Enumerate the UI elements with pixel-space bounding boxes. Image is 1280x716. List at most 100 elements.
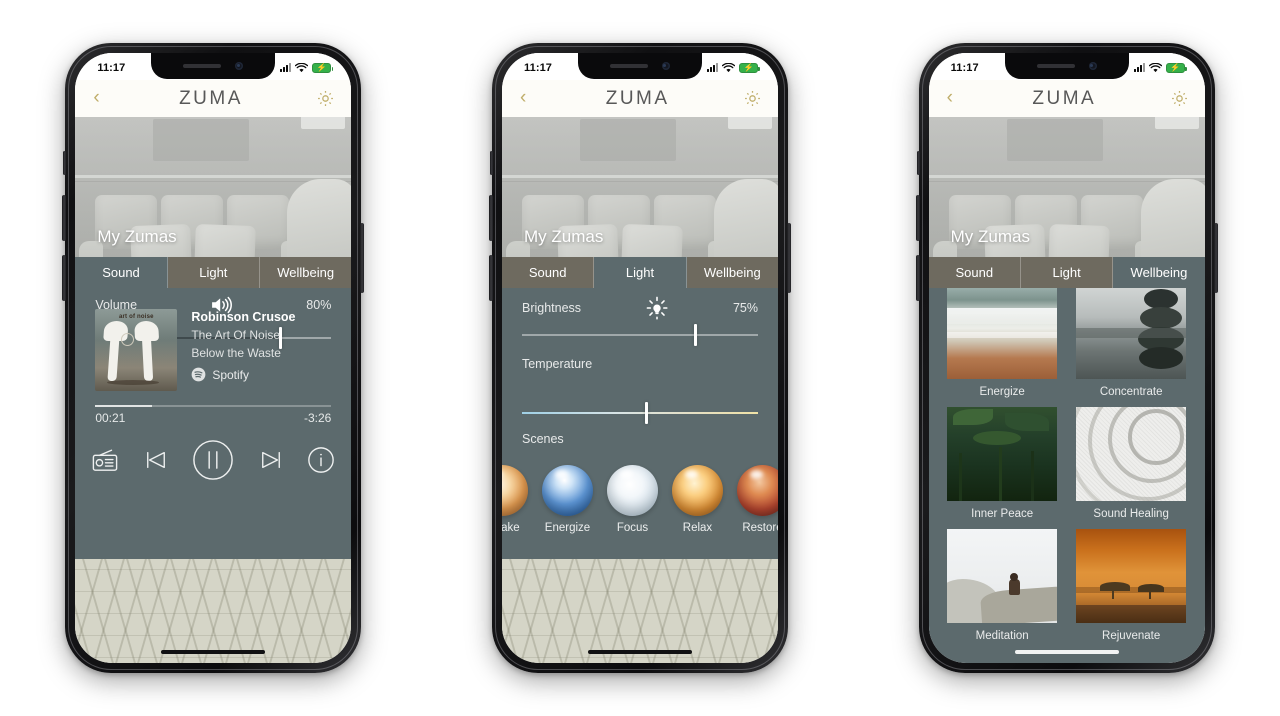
notch: [577, 53, 702, 79]
tab-sound[interactable]: Sound: [75, 257, 168, 288]
program-card-rejuvenate[interactable]: Rejuvenate: [1076, 529, 1187, 645]
playback-progress-fill: [95, 405, 152, 407]
rainforest-photo: [947, 407, 1058, 501]
power-button[interactable]: [1213, 223, 1218, 293]
scene-orb-relax: [671, 465, 723, 516]
info-icon[interactable]: [307, 446, 335, 474]
floor-pattern: [75, 559, 352, 663]
mute-switch[interactable]: [63, 151, 67, 175]
now-playing-card: art of noise Robinson Crusoe The Art Of …: [95, 309, 331, 391]
earpiece-speaker: [183, 64, 222, 68]
app-header: ‹ ZUMA: [75, 80, 352, 117]
gear-icon[interactable]: [316, 89, 335, 108]
mute-switch[interactable]: [916, 151, 920, 175]
lightbulb-icon[interactable]: [581, 296, 733, 320]
program-card-sound-healing[interactable]: Sound Healing: [1076, 407, 1187, 523]
home-indicator[interactable]: [161, 650, 266, 654]
program-name: Sound Healing: [1093, 508, 1169, 520]
volume-up-button[interactable]: [62, 195, 67, 241]
back-button[interactable]: ‹: [91, 86, 105, 111]
pause-icon[interactable]: [192, 439, 234, 481]
playback-progress[interactable]: [95, 405, 332, 407]
playback-times: 00:21 -3:26: [95, 411, 331, 425]
program-name: Energize: [979, 386, 1025, 398]
tab-wellbeing[interactable]: Wellbeing: [686, 257, 778, 288]
hero-title: My Zumas: [523, 227, 604, 246]
wifi-icon: [295, 62, 309, 72]
app-header: ‹ ZUMA: [501, 80, 778, 117]
home-indicator[interactable]: [587, 650, 692, 654]
beach-surf-photo: [947, 285, 1058, 379]
phone-screen-light: 11:17 ⚡ ‹ ZUMA My Zumas Sound Light Well…: [501, 53, 778, 663]
armchair: [287, 179, 352, 269]
floor-seam: [75, 657, 352, 658]
program-card-energize[interactable]: Energize: [947, 285, 1058, 401]
temperature-slider-knob[interactable]: [644, 402, 648, 424]
temperature-row: Temperature: [502, 357, 778, 371]
program-card-meditation[interactable]: Meditation: [947, 529, 1058, 645]
program-card-concentrate[interactable]: Concentrate: [1076, 285, 1187, 401]
scene-name: Relax: [682, 522, 713, 534]
power-button[interactable]: [360, 223, 365, 293]
floor-seam: [501, 635, 778, 636]
power-button[interactable]: [786, 223, 791, 293]
scene-name: Awake: [501, 522, 520, 534]
temperature-slider[interactable]: [521, 402, 758, 424]
gear-icon[interactable]: [743, 89, 762, 108]
volume-down-button[interactable]: [62, 255, 67, 301]
control-panel-wellbeing: Energize Concentrate Inner Peace Sound H…: [928, 277, 1205, 663]
tab-light[interactable]: Light: [167, 257, 260, 288]
tab-light[interactable]: Light: [1020, 257, 1114, 288]
app-body-light: My Zumas Sound Light Wellbeing Brightnes…: [501, 117, 778, 663]
scene-orb-restore: [736, 465, 778, 516]
scene-energize[interactable]: Energize: [535, 465, 600, 534]
floor-pattern: [501, 559, 778, 663]
tab-bar-light: Sound Light Wellbeing: [501, 257, 778, 288]
tab-light[interactable]: Light: [594, 257, 687, 288]
app-body-sound: My Zumas Sound Light Wellbeing Volume 80…: [75, 117, 352, 663]
front-camera: [661, 62, 670, 70]
status-icons: ⚡: [280, 62, 334, 73]
back-button[interactable]: ‹: [945, 86, 959, 111]
gear-icon[interactable]: [1170, 89, 1189, 108]
wifi-icon: [1148, 62, 1162, 72]
page-title: ZUMA: [1032, 87, 1097, 109]
track-title: Robinson Crusoe: [191, 310, 296, 324]
home-indicator[interactable]: [1014, 650, 1119, 654]
tab-bar-sound: Sound Light Wellbeing: [75, 257, 352, 288]
scene-focus[interactable]: Focus: [600, 465, 665, 534]
volume-down-button[interactable]: [488, 255, 493, 301]
track-metadata: Robinson Crusoe The Art Of Noise Below t…: [191, 309, 331, 391]
wellbeing-grid: Energize Concentrate Inner Peace Sound H…: [947, 285, 1187, 645]
volume-up-button[interactable]: [488, 195, 493, 241]
tab-wellbeing[interactable]: Wellbeing: [1113, 257, 1205, 288]
program-name: Concentrate: [1099, 386, 1163, 398]
wall-panel: [153, 119, 250, 161]
skip-previous-icon[interactable]: [144, 449, 168, 471]
status-time: 11:17: [950, 61, 979, 74]
volume-down-button[interactable]: [915, 255, 920, 301]
scene-relax[interactable]: Relax: [665, 465, 730, 534]
mute-switch[interactable]: [489, 151, 493, 175]
program-card-inner-peace[interactable]: Inner Peace: [947, 407, 1058, 523]
album-art[interactable]: art of noise: [95, 309, 178, 391]
skip-next-icon[interactable]: [259, 449, 283, 471]
screenshot-root: 11:17 ⚡ ‹ ZUMA My Zumas Sound Light Well…: [0, 0, 1280, 716]
tab-sound[interactable]: Sound: [501, 257, 595, 288]
battery-charging-icon: ⚡: [738, 62, 760, 73]
tab-sound[interactable]: Sound: [928, 257, 1021, 288]
scene-restore[interactable]: Restore: [730, 465, 778, 534]
radio-icon[interactable]: [91, 447, 119, 473]
scene-awake[interactable]: Awake: [501, 465, 535, 534]
brightness-slider[interactable]: [521, 324, 758, 346]
elapsed-time: 00:21: [95, 411, 126, 425]
brightness-slider-knob[interactable]: [694, 324, 698, 346]
battery-charging-icon: ⚡: [1165, 62, 1187, 73]
floor-seam: [75, 569, 352, 570]
scene-orb-energize: [541, 465, 593, 516]
tab-wellbeing[interactable]: Wellbeing: [259, 257, 352, 288]
zen-sand-rings-photo: [1076, 407, 1187, 501]
back-button[interactable]: ‹: [518, 86, 532, 111]
volume-up-button[interactable]: [915, 195, 920, 241]
tab-bar-wellbeing: Sound Light Wellbeing: [928, 257, 1205, 288]
